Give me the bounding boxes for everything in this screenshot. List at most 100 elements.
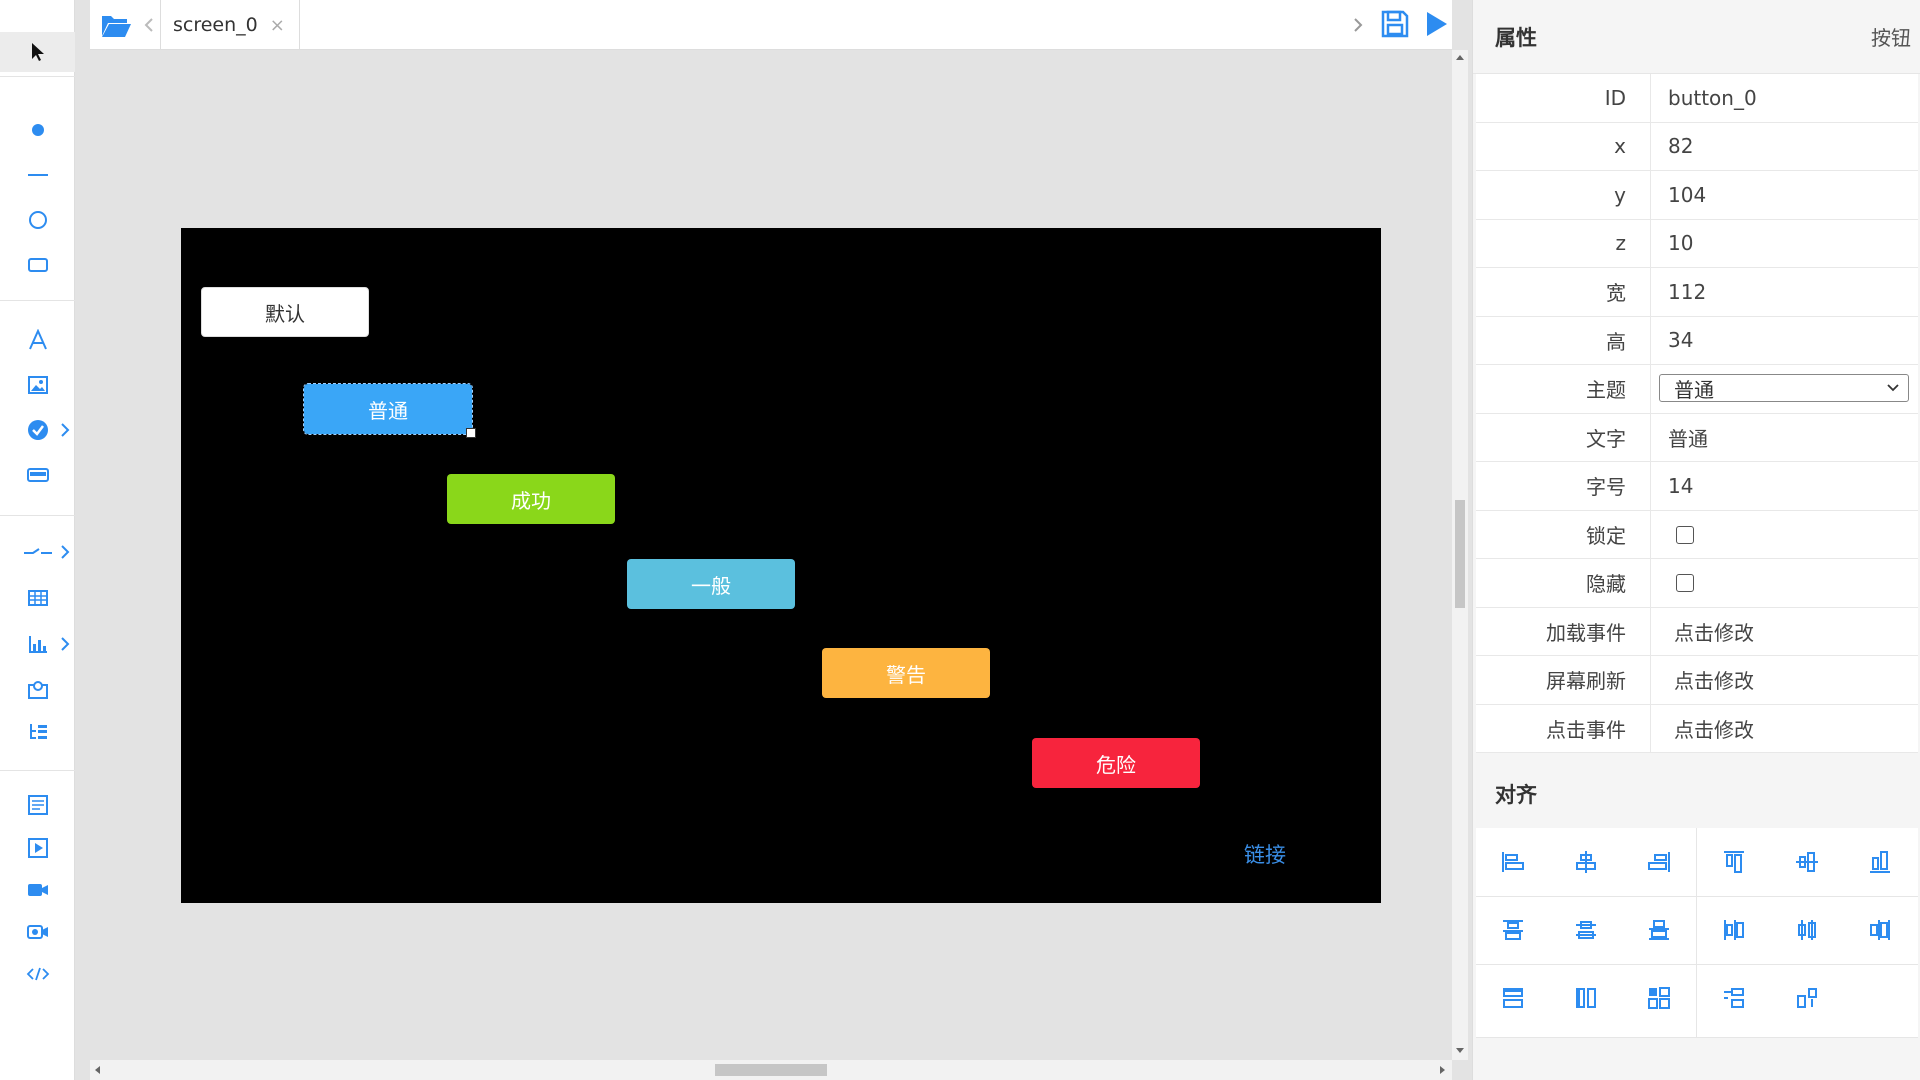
z-field[interactable]: 10 (1668, 220, 1693, 268)
align-bottom-button[interactable] (1843, 828, 1917, 896)
prop-row-text: 文字 普通 (1476, 413, 1918, 462)
align-top-icon (1724, 851, 1744, 873)
refresh-event-edit[interactable]: 点击修改 (1674, 656, 1754, 704)
horizontal-spacing-icon (1724, 988, 1744, 1008)
distribute-bottom-button[interactable] (1622, 896, 1696, 964)
table-icon (27, 590, 48, 606)
horizontal-scrollbar[interactable] (90, 1060, 1452, 1080)
chevron-down-icon (1887, 384, 1899, 392)
close-icon[interactable]: × (270, 15, 285, 36)
distribute-right-button[interactable] (1843, 896, 1917, 964)
default-button-widget[interactable]: 默认 (201, 287, 369, 337)
prop-row-load-event: 加载事件 点击修改 (1476, 607, 1918, 656)
panel-title: 属性 (1495, 25, 1537, 50)
distribute-top-button[interactable] (1476, 896, 1550, 964)
normal-button-label: 普通 (368, 398, 408, 423)
rect-tool[interactable] (0, 245, 75, 285)
switch-tool[interactable] (0, 532, 75, 572)
camera-tool[interactable] (0, 912, 75, 952)
align-right-button[interactable] (1622, 828, 1696, 896)
y-field[interactable]: 104 (1668, 171, 1706, 219)
tab-screen-0[interactable]: screen_0 × (160, 0, 300, 50)
chart-tool[interactable] (0, 624, 75, 664)
design-stage[interactable]: 默认 普通 成功 一般 警告 危险 链接 (181, 228, 1381, 903)
video-tool[interactable] (0, 870, 75, 910)
align-right-icon (1648, 852, 1670, 872)
normal-button-widget[interactable]: 普通 (303, 383, 476, 438)
scroll-right-icon[interactable] (1353, 17, 1363, 33)
scroll-down-icon[interactable] (1456, 1048, 1464, 1054)
same-width-button[interactable] (1476, 964, 1550, 1032)
table-tool[interactable] (0, 578, 75, 618)
id-field[interactable]: button_0 (1668, 74, 1757, 122)
run-icon[interactable] (1425, 10, 1449, 38)
same-height-button[interactable] (1549, 964, 1623, 1032)
pointer-icon (31, 43, 44, 61)
tree-tool[interactable] (0, 712, 75, 752)
x-field[interactable]: 82 (1668, 123, 1693, 171)
prop-label: 宽 (1476, 268, 1651, 316)
button-tool[interactable] (0, 410, 75, 450)
html-tool[interactable] (0, 954, 75, 994)
align-section-title: 对齐 (1476, 760, 1918, 828)
point-tool[interactable] (0, 110, 75, 150)
line-tool[interactable] (0, 155, 75, 195)
theme-select[interactable]: 普通 (1659, 374, 1909, 402)
map-tool[interactable] (0, 669, 75, 709)
align-center-h-button[interactable] (1549, 828, 1623, 896)
lock-checkbox[interactable] (1676, 525, 1694, 544)
save-icon[interactable] (1380, 9, 1410, 39)
h-spacing-button[interactable] (1697, 964, 1771, 1032)
distribute-center-h-button[interactable] (1770, 896, 1844, 964)
distribute-right-icon (1870, 920, 1890, 940)
slideshow-tool[interactable] (0, 828, 75, 868)
same-size-icon (1648, 987, 1670, 1009)
horizontal-scroll-thumb[interactable] (715, 1064, 827, 1076)
hidden-checkbox[interactable] (1676, 574, 1694, 592)
resize-handle[interactable] (466, 428, 476, 438)
warning-button-widget[interactable]: 警告 (822, 648, 990, 698)
prop-label: x (1476, 122, 1651, 170)
success-button-widget[interactable]: 成功 (447, 474, 615, 524)
scroll-left-arrow-icon[interactable] (94, 1066, 100, 1074)
v-spacing-button[interactable] (1770, 964, 1844, 1032)
prop-label: y (1476, 171, 1651, 219)
scroll-right-arrow-icon[interactable] (1440, 1066, 1446, 1074)
circle-tool[interactable] (0, 200, 75, 240)
image-icon (27, 376, 48, 394)
link-widget[interactable]: 链接 (1244, 839, 1286, 869)
vertical-scroll-thumb[interactable] (1455, 500, 1465, 608)
text-tool[interactable] (0, 320, 75, 360)
theme-select-value: 普通 (1674, 377, 1714, 402)
image-tool[interactable] (0, 365, 75, 405)
prop-label: 文字 (1476, 413, 1651, 461)
distribute-center-icon (1798, 920, 1816, 940)
load-event-edit[interactable]: 点击修改 (1674, 608, 1754, 656)
danger-button-widget[interactable]: 危险 (1032, 738, 1200, 788)
camera-icon (26, 925, 48, 939)
same-size-button[interactable] (1622, 964, 1696, 1032)
scroll-left-icon[interactable] (144, 17, 154, 33)
select-tool[interactable] (0, 32, 75, 72)
width-field[interactable]: 112 (1668, 268, 1706, 316)
circle-icon (28, 211, 47, 229)
align-left-icon (1502, 852, 1524, 872)
font-size-field[interactable]: 14 (1668, 462, 1693, 510)
scroll-up-icon[interactable] (1456, 54, 1464, 60)
click-event-edit[interactable]: 点击修改 (1674, 705, 1754, 753)
page-tool[interactable] (0, 785, 75, 825)
align-middle-button[interactable] (1770, 828, 1844, 896)
input-tool[interactable] (0, 455, 75, 495)
distribute-left-button[interactable] (1697, 896, 1771, 964)
info-button-widget[interactable]: 一般 (627, 559, 795, 609)
vertical-spacing-icon (1797, 988, 1817, 1008)
align-top-button[interactable] (1697, 828, 1771, 896)
tab-label: screen_0 (173, 14, 258, 36)
align-left-button[interactable] (1476, 828, 1550, 896)
height-field[interactable]: 34 (1668, 317, 1693, 365)
text-field[interactable]: 普通 (1668, 414, 1708, 462)
distribute-center-v-button[interactable] (1549, 896, 1623, 964)
dot-icon (31, 124, 44, 136)
open-folder-icon[interactable] (100, 12, 132, 38)
vertical-scrollbar[interactable] (1452, 50, 1468, 1060)
